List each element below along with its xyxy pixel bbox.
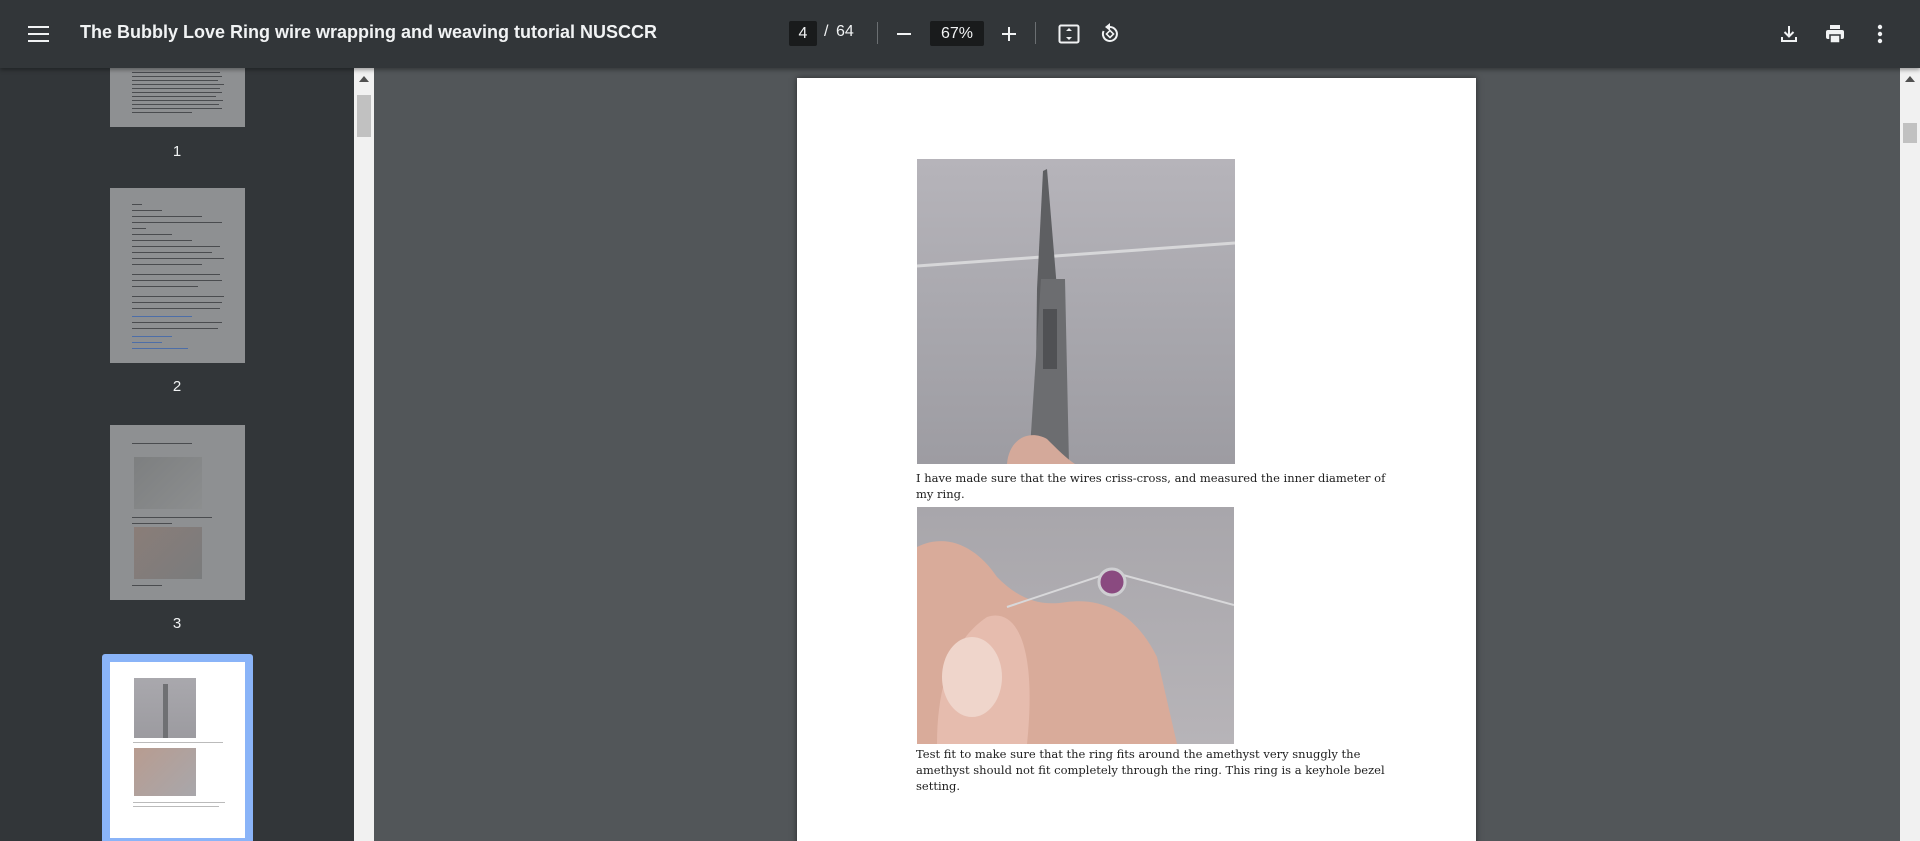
page-thumbnail-4-selected[interactable] [102,654,253,841]
toolbar-divider [877,22,878,44]
zoom-out-icon[interactable] [888,18,920,50]
document-title: The Bubbly Love Ring wire wrapping and w… [80,22,658,42]
scrollbar-thumb[interactable] [1903,123,1917,143]
page-separator: / [824,23,829,40]
page-thumbnail-1[interactable] [110,68,245,127]
fit-page-icon[interactable] [1053,18,1085,50]
sidebar-scrollbar[interactable] [354,68,374,841]
scroll-up-arrow-icon[interactable] [359,76,369,82]
page-thumbnail-label: 2 [172,378,182,395]
page-thumbnail-3[interactable] [110,425,245,600]
toolbar-divider [1035,22,1036,44]
thumbnail-sidebar: 1 2 3 [0,68,354,841]
page-thumbnail-4 [110,662,245,838]
scrollbar-thumb[interactable] [357,95,371,137]
current-page-input[interactable]: 4 [789,21,817,46]
rotate-icon[interactable] [1094,18,1126,50]
page-thumbnail-label: 3 [172,615,182,632]
document-scrollbar[interactable] [1900,68,1920,841]
document-viewer[interactable]: I have made sure that the wires criss-cr… [374,68,1900,841]
pliers-wire-photo [917,159,1235,464]
scroll-up-arrow-icon[interactable] [1905,76,1915,82]
caption-2: Test fit to make sure that the ring fits… [916,747,1385,793]
download-icon[interactable] [1773,18,1805,50]
thumbnail-photo [134,527,202,579]
thumbnail-photo [134,748,196,796]
total-pages: 64 [836,23,854,40]
menu-icon[interactable] [24,20,56,48]
amethyst-ring-photo [917,507,1234,744]
caption-1: I have made sure that the wires criss-cr… [916,471,1386,501]
more-vert-icon[interactable] [1864,18,1896,50]
print-icon[interactable] [1819,18,1851,50]
pdf-page: I have made sure that the wires criss-cr… [797,78,1476,841]
page-thumbnail-2[interactable] [110,188,245,363]
zoom-level-input[interactable]: 67% [930,21,984,46]
zoom-in-icon[interactable] [993,18,1025,50]
page-thumbnail-label: 1 [172,143,182,160]
thumbnail-photo [134,678,196,738]
thumbnail-photo [134,457,202,509]
pdf-toolbar: The Bubbly Love Ring wire wrapping and w… [0,0,1920,68]
